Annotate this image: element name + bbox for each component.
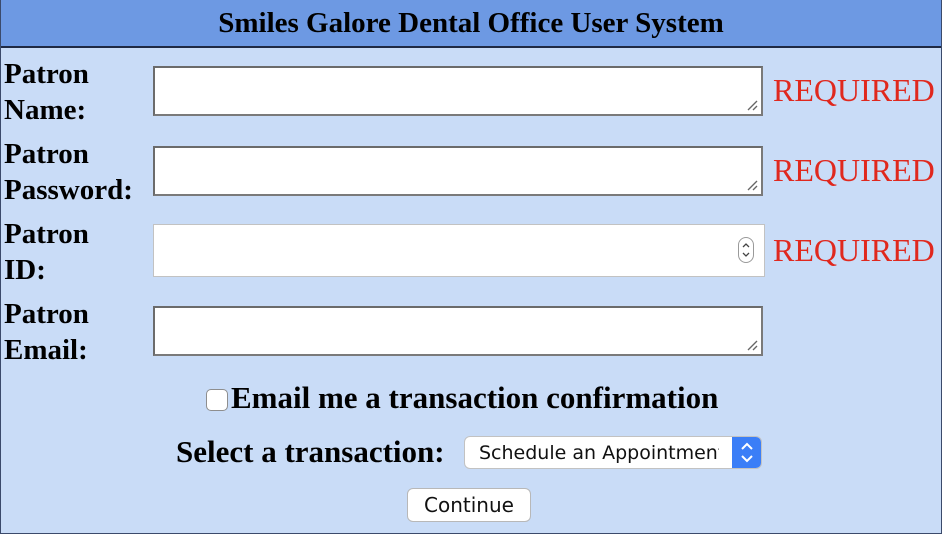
transaction-select[interactable]: Schedule an Appointment [464, 436, 762, 469]
patron-email-label-line2: Email: [4, 334, 88, 366]
transaction-label: Select a transaction: [176, 434, 445, 469]
patron-name-label-line2: Name: [4, 94, 87, 126]
patron-email-label-line1: Patron [4, 298, 89, 330]
patron-password-field[interactable] [153, 146, 763, 196]
chevron-up-down-icon [732, 437, 761, 468]
patron-name-required: REQUIRED [773, 72, 935, 108]
patron-password-required: REQUIRED [773, 152, 935, 188]
patron-id-field[interactable] [153, 224, 765, 277]
patron-password-label-line2: Password: [4, 174, 133, 206]
resize-grip-icon[interactable] [746, 339, 758, 351]
patron-password-label-line1: Patron [4, 138, 89, 170]
patron-id-label-line1: Patron [4, 218, 89, 250]
patron-email-field[interactable] [153, 306, 763, 356]
email-confirmation-row: Email me a transaction confirmation [206, 380, 718, 416]
continue-button[interactable]: Continue [407, 488, 531, 522]
patron-id-required: REQUIRED [773, 232, 935, 268]
transaction-selected-value: Schedule an Appointment [479, 442, 719, 464]
page-title: Smiles Galore Dental Office User System [1, 0, 941, 48]
resize-grip-icon[interactable] [746, 99, 758, 111]
email-confirmation-label[interactable]: Email me a transaction confirmation [231, 380, 718, 415]
patron-id-label-line2: ID: [4, 254, 46, 286]
patron-name-label-line1: Patron [4, 58, 89, 90]
email-confirmation-checkbox[interactable] [206, 389, 228, 411]
number-spinner-icon[interactable] [738, 237, 754, 263]
resize-grip-icon[interactable] [746, 179, 758, 191]
patron-name-field[interactable] [153, 66, 763, 116]
user-system-panel: Smiles Galore Dental Office User System … [0, 0, 942, 534]
